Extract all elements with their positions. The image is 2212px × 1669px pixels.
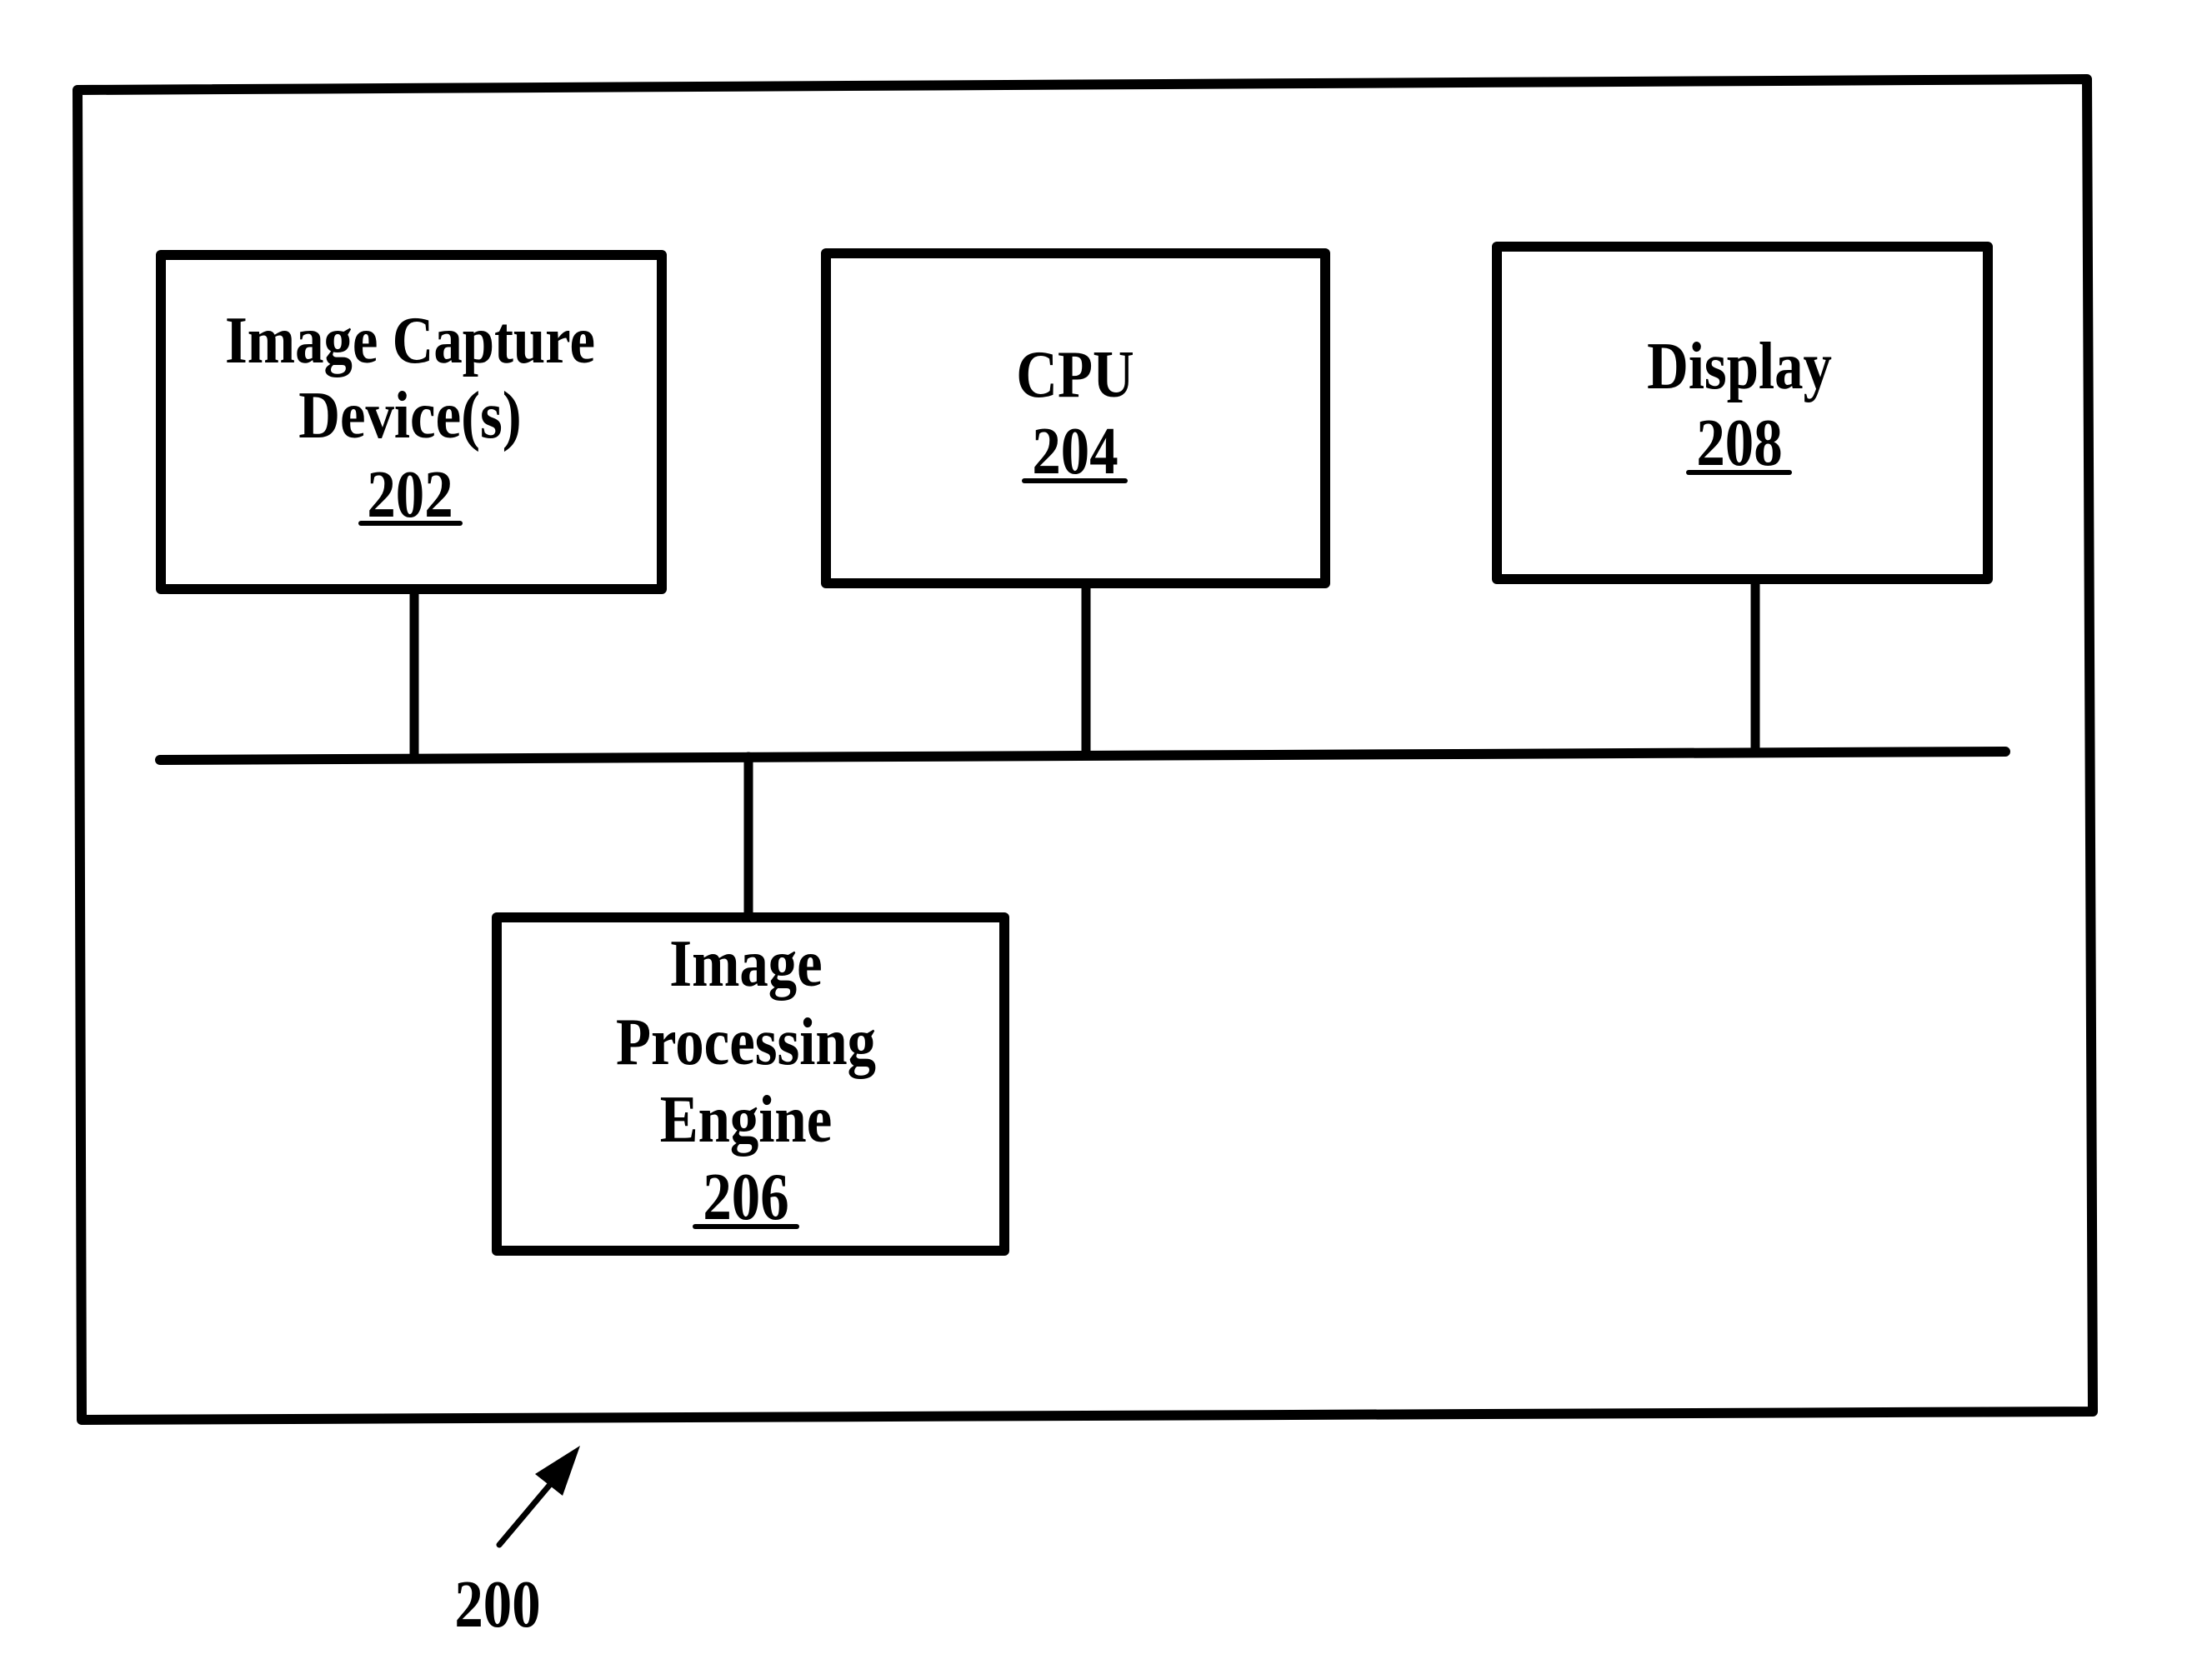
- block-image-capture-device: Image Capture Device(s) 202: [156, 250, 667, 594]
- block-image-processing-engine-ref: 206: [703, 1161, 788, 1234]
- block-image-processing-engine-title-line-3: Engine: [660, 1083, 832, 1157]
- block-cpu: CPU 204: [821, 248, 1330, 588]
- block-image-processing-engine: Image Processing Engine 206: [492, 912, 1009, 1256]
- block-image-capture-device-title-line-1: Image Capture: [225, 304, 595, 377]
- block-image-processing-engine-title-line-2: Processing: [616, 1006, 876, 1079]
- block-diagram: Image Capture Device(s) 202 CPU 204 Disp…: [73, 74, 2098, 1642]
- block-cpu-ref: 204: [1032, 415, 1118, 488]
- block-display: Display 208: [1492, 242, 1993, 584]
- block-display-ref: 208: [1696, 407, 1782, 480]
- block-cpu-title: CPU: [1016, 338, 1134, 412]
- block-display-title: Display: [1647, 330, 1832, 403]
- reference-arrow-head-icon: [535, 1446, 580, 1496]
- block-image-capture-device-title-line-2: Device(s): [298, 379, 521, 452]
- reference-arrow: [496, 1446, 580, 1548]
- block-image-processing-engine-title-line-1: Image: [669, 927, 822, 1001]
- reference-arrow-shaft: [496, 1473, 560, 1548]
- figure-reference-label: 200: [454, 1568, 540, 1642]
